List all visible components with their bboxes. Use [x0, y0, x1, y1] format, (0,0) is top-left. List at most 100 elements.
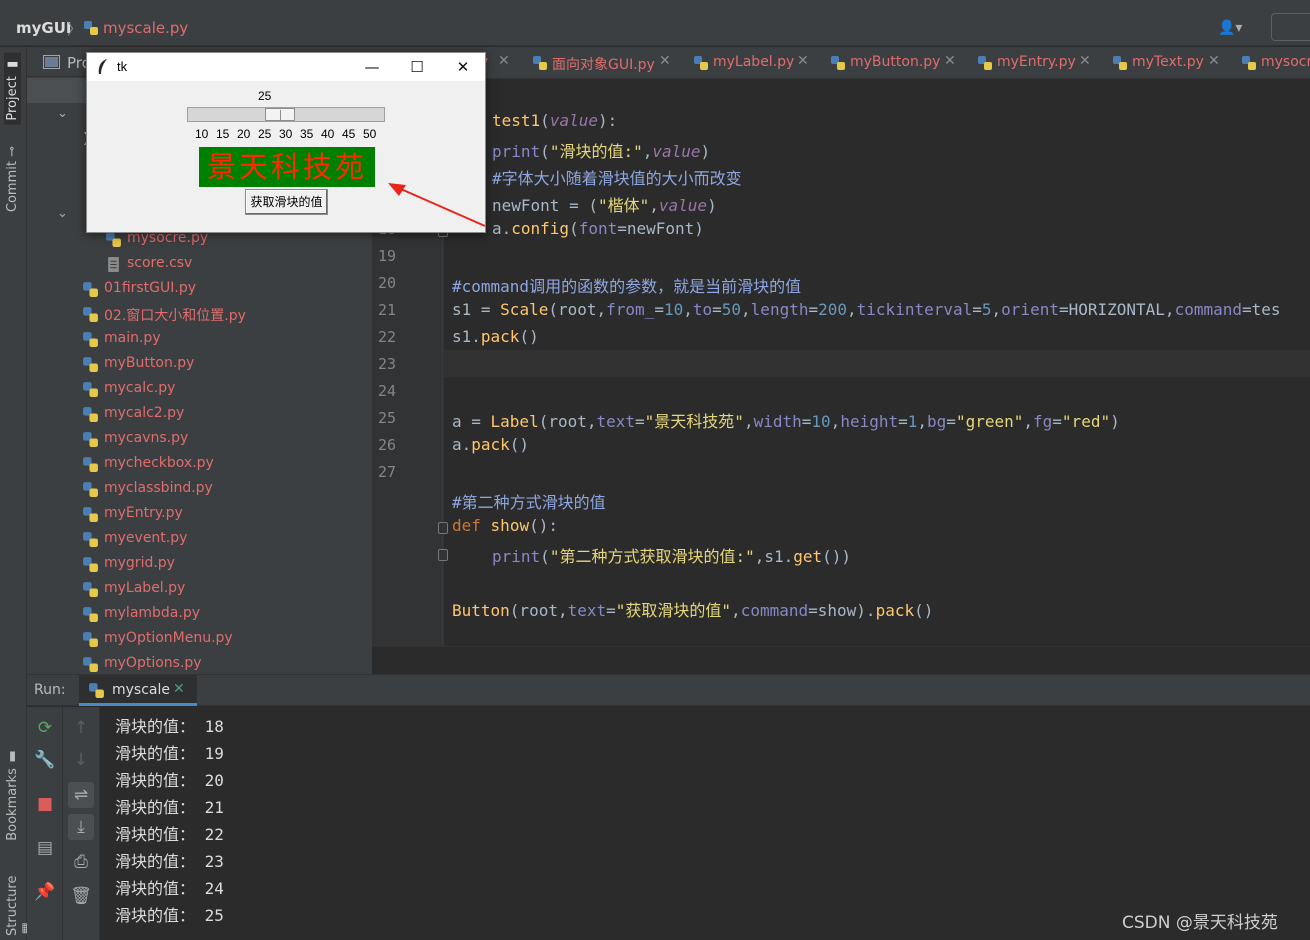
console-line: 滑块的值： 20	[115, 771, 224, 790]
trash-icon[interactable]: 🗑	[68, 883, 94, 909]
fold-toggle[interactable]	[438, 522, 448, 534]
layout-icon[interactable]: ▤	[32, 835, 58, 861]
tree-item-label: myButton.py	[104, 355, 195, 371]
tree-item[interactable]: 02.窗口大小和位置.py	[27, 302, 372, 327]
run-panel-header: Run: myscale ✕	[27, 674, 1310, 706]
tree-item-label: main.py	[104, 330, 161, 346]
close-icon[interactable]: ✕	[797, 53, 809, 69]
python-file-icon	[83, 482, 98, 497]
python-file-icon	[83, 532, 98, 547]
tree-item[interactable]: mycheckbox.py	[27, 452, 372, 477]
line-number: 21	[378, 301, 397, 319]
tree-item[interactable]: myclassbind.py	[27, 477, 372, 502]
close-icon[interactable]: ✕	[1208, 53, 1220, 69]
code-line: s1 = Scale(root,from_=10,to=50,length=20…	[452, 300, 1281, 319]
close-icon[interactable]: ✕	[173, 681, 185, 697]
tree-item[interactable]: myOptions.py	[27, 652, 372, 674]
current-line-highlight	[444, 350, 1310, 377]
arrow-down-icon[interactable]: ↓	[68, 747, 94, 773]
tree-item-label: 01firstGUI.py	[104, 280, 197, 296]
console-line: 滑块的值： 24	[115, 879, 224, 898]
user-account-icon[interactable]: 👤▾	[1218, 20, 1252, 36]
close-icon[interactable]: ✕	[659, 53, 671, 69]
run-console[interactable]: 滑块的值： 18 滑块的值： 19 滑块的值： 20 滑块的值： 21 滑块的值： 22…	[100, 707, 1310, 940]
tree-item[interactable]: mygrid.py	[27, 552, 372, 577]
tree-item[interactable]: mycalc.py	[27, 377, 372, 402]
annotation-arrow	[388, 183, 486, 227]
tree-item[interactable]: 01firstGUI.py	[27, 277, 372, 302]
editor-tab[interactable]: myButton.py ✕	[830, 47, 960, 79]
tree-item-label: myEntry.py	[104, 505, 183, 521]
tree-item-label: myOptionMenu.py	[104, 630, 233, 646]
editor-horizontal-scroll[interactable]	[372, 646, 1310, 672]
editor-tab[interactable]: myEntry.py ✕	[977, 47, 1102, 79]
tree-item[interactable]: myButton.py	[27, 352, 372, 377]
tree-item-label: mygrid.py	[104, 555, 175, 571]
tree-item-label: mycheckbox.py	[104, 455, 214, 471]
tree-collapse-arrow[interactable]: ⌄	[57, 206, 68, 221]
python-file-icon	[89, 683, 104, 698]
commit-tool-tab[interactable]: Commit ⊸	[4, 142, 21, 216]
rerun-icon[interactable]: ⟳	[32, 715, 58, 741]
tk-title-bar[interactable]: tk — ☐ ✕	[87, 53, 485, 81]
close-icon[interactable]: ✕	[1079, 53, 1091, 69]
project-tool-tab[interactable]: Project ▬	[4, 53, 21, 125]
editor-tab[interactable]: myLabel.py ✕	[693, 47, 818, 79]
code-line: #command调用的函数的参数，就是当前滑块的值	[452, 277, 802, 296]
soft-wrap-icon[interactable]: ⇌	[68, 782, 94, 808]
tree-item[interactable]: myEntry.py	[27, 502, 372, 527]
scale-slider-handle[interactable]	[265, 108, 295, 121]
run-configuration-selector[interactable]	[1271, 13, 1310, 41]
close-icon[interactable]: ✕	[448, 56, 478, 78]
scroll-to-end-icon[interactable]: ⤓	[68, 814, 94, 840]
scale-current-value: 25	[258, 89, 272, 103]
scale-tick-label: 25	[258, 127, 272, 141]
python-file-icon	[694, 56, 708, 70]
fold-toggle[interactable]	[438, 549, 448, 561]
wrench-icon[interactable]: 🔧	[32, 747, 58, 773]
tree-item[interactable]: main.py	[27, 327, 372, 352]
scale-trough[interactable]	[187, 107, 385, 122]
scale-tick-label: 45	[342, 127, 356, 141]
get-slider-value-button[interactable]: 获取滑块的值	[245, 189, 328, 215]
tree-item[interactable]: myOptionMenu.py	[27, 627, 372, 652]
maximize-icon[interactable]: ☐	[402, 56, 432, 78]
tree-item-label: myevent.py	[104, 530, 188, 546]
tree-item[interactable]: mylambda.py	[27, 602, 372, 627]
arrow-up-icon[interactable]: ↑	[68, 715, 94, 741]
code-line: #字体大小随着滑块值的大小而改变	[492, 169, 742, 188]
pin-icon[interactable]: 📌	[32, 879, 58, 905]
scale-tick-label: 35	[300, 127, 314, 141]
close-icon[interactable]: ✕	[498, 53, 510, 69]
code-line: #第二种方式滑块的值	[452, 493, 606, 512]
tree-collapse-arrow[interactable]: ⌄	[57, 106, 68, 121]
minimize-icon[interactable]: —	[357, 56, 387, 78]
editor-tab[interactable]: mysocr	[1241, 47, 1310, 79]
breadcrumb-file[interactable]: myscale.py	[103, 19, 188, 37]
print-icon[interactable]: ⎙	[68, 849, 94, 875]
bookmarks-tool-tab[interactable]: Bookmarks ▮	[4, 745, 21, 845]
run-tab[interactable]: myscale ✕	[79, 675, 197, 706]
scale-tick-label: 20	[237, 127, 251, 141]
editor-tab[interactable]: y ✕	[480, 47, 520, 79]
editor-tab-label: myText.py	[1132, 54, 1204, 70]
breadcrumb-separator: 〉	[67, 20, 83, 38]
tree-item[interactable]: myLabel.py	[27, 577, 372, 602]
tree-item-label: 02.窗口大小和位置.py	[104, 308, 246, 324]
code-line: s1.pack()	[452, 327, 539, 346]
code-editor[interactable]: 12131415161718192021222324252627 test1(v…	[372, 80, 1310, 646]
code-line: a = Label(root,text="景天科技苑",width=10,hei…	[452, 412, 1120, 431]
tree-item[interactable]: mycalc2.py	[27, 402, 372, 427]
python-file-icon	[83, 407, 98, 422]
stop-icon[interactable]: ■	[32, 791, 58, 817]
tree-item[interactable]: myevent.py	[27, 527, 372, 552]
python-file-icon	[1242, 56, 1256, 70]
tree-item[interactable]: score.csv	[27, 252, 372, 277]
navigation-bar: myGUI 〉 myscale.py 👤▾	[0, 8, 1310, 46]
close-icon[interactable]: ✕	[944, 53, 956, 69]
breadcrumb-project[interactable]: myGUI	[16, 19, 71, 37]
editor-tab[interactable]: 面向对象GUI.py ✕	[532, 47, 677, 79]
editor-tab[interactable]: myText.py ✕	[1112, 47, 1227, 79]
window-top-strip	[0, 0, 1310, 8]
tree-item[interactable]: mycavns.py	[27, 427, 372, 452]
